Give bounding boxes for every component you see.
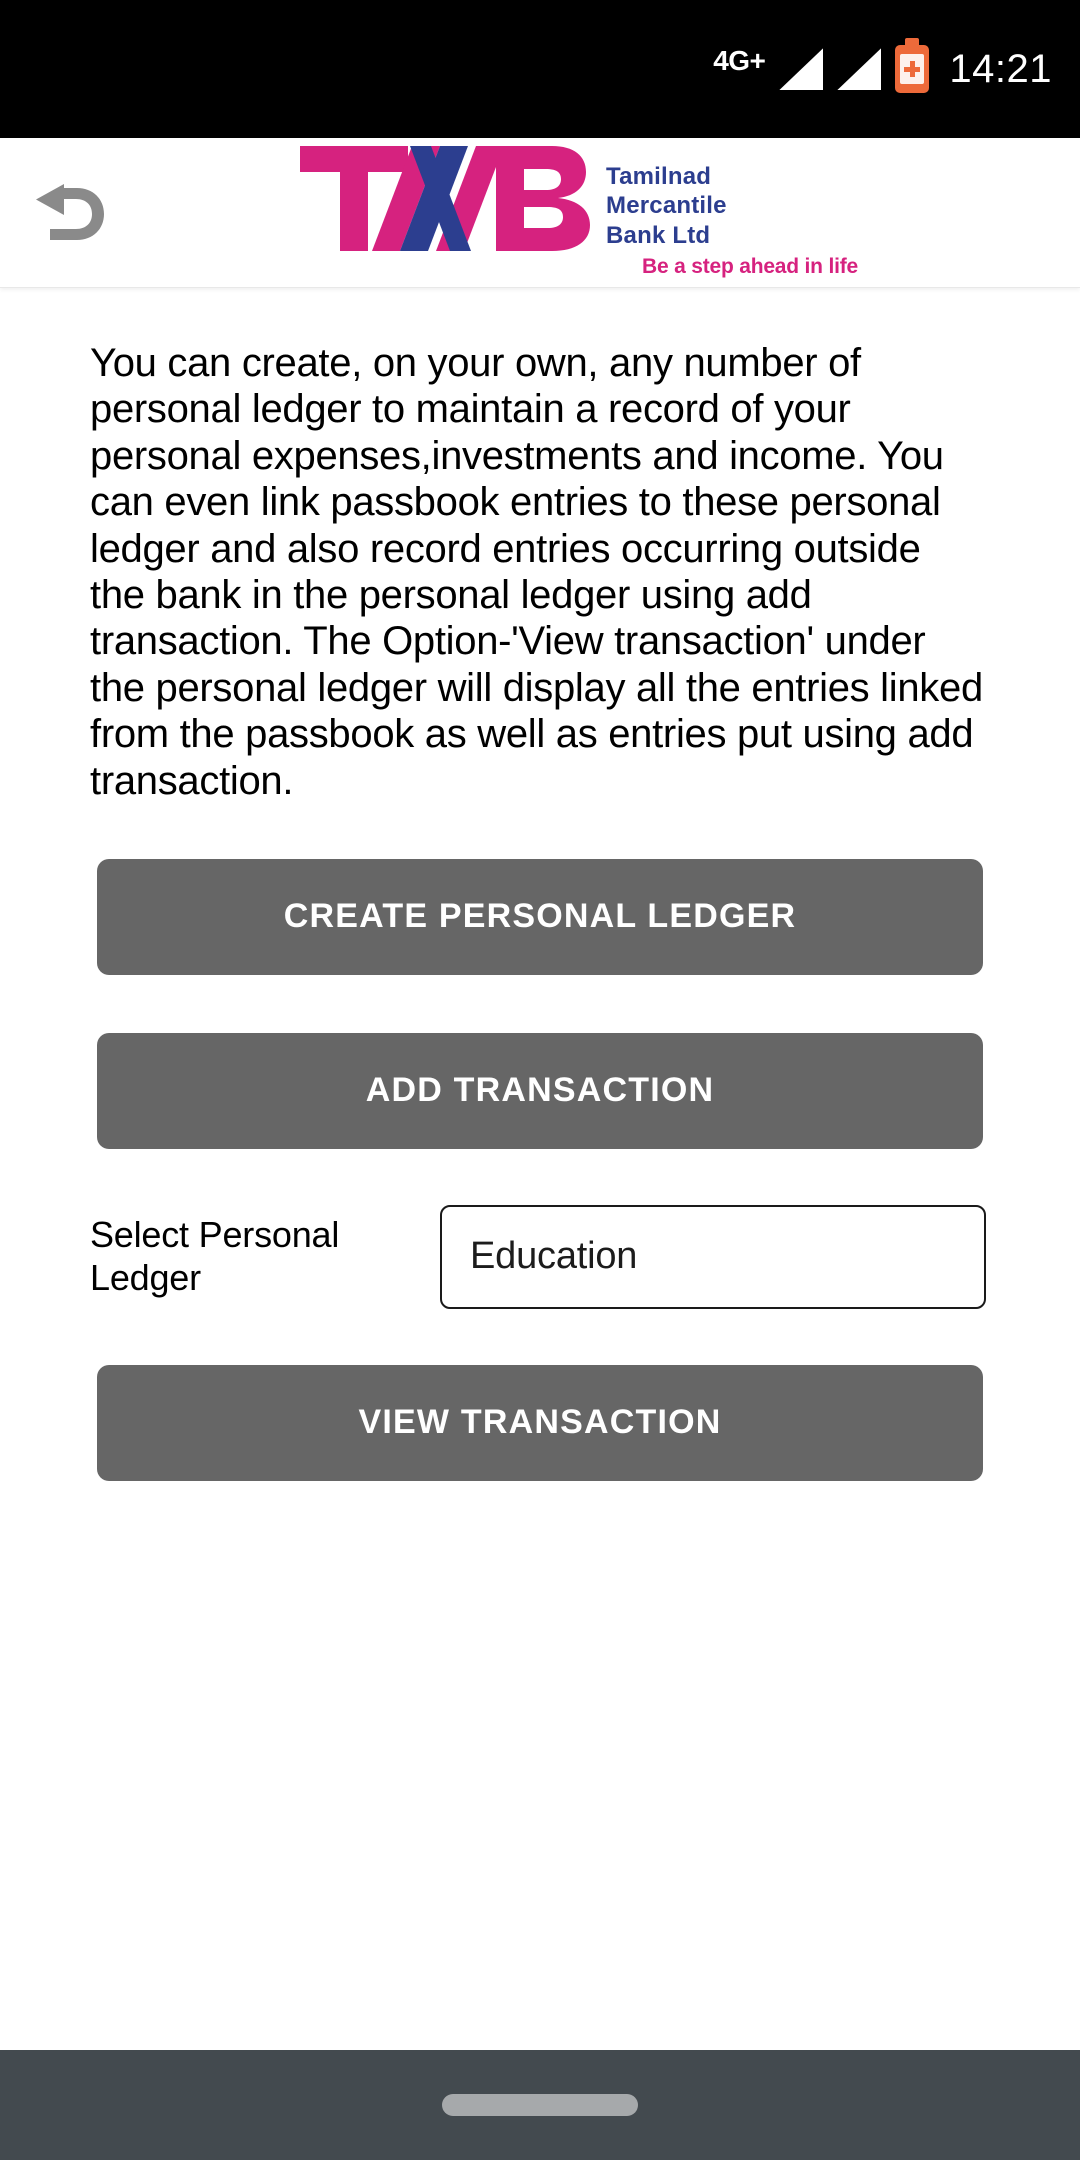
system-nav-bar xyxy=(0,2050,1080,2160)
home-gesture-pill[interactable] xyxy=(442,2094,638,2116)
bank-name-line-3: Bank Ltd xyxy=(606,221,711,249)
tmb-logotype-icon xyxy=(300,146,590,251)
view-transaction-button[interactable]: VIEW TRANSACTION xyxy=(97,1364,983,1481)
bank-name-text: Tamilnad Mercantile Bank Ltd xyxy=(606,146,727,250)
back-arrow-icon xyxy=(36,183,104,240)
bank-name-line-1: Tamilnad xyxy=(606,163,712,190)
status-bar-indicators: 4G+ 14:21 xyxy=(713,45,1052,93)
battery-saver-icon xyxy=(895,45,930,93)
network-type-label: 4G+ xyxy=(713,45,766,76)
back-button[interactable] xyxy=(0,138,140,288)
battery-fill xyxy=(900,54,925,84)
status-bar: 4G+ 14:21 xyxy=(0,0,1080,138)
signal-bars-icon xyxy=(779,48,824,90)
bank-name-line-2: Mercantile xyxy=(606,192,727,220)
app-header: Tamilnad Mercantile Bank Ltd Be a step a… xyxy=(0,138,1080,288)
main-content: You can create, on your own, any number … xyxy=(0,288,1080,2050)
logo-main-row: Tamilnad Mercantile Bank Ltd xyxy=(300,146,860,251)
clock-label: 14:21 xyxy=(949,46,1052,91)
app-screen: 4G+ 14:21 Tamilnad Mercantile Bank Ltd B… xyxy=(0,0,1080,2160)
signal-bars-icon-2 xyxy=(837,48,882,90)
select-ledger-label: Select Personal Ledger xyxy=(90,1214,340,1298)
ledger-dropdown[interactable]: Education xyxy=(440,1204,986,1309)
create-personal-ledger-button[interactable]: CREATE PERSONAL LEDGER xyxy=(97,858,983,975)
description-text: You can create, on your own, any number … xyxy=(90,341,983,803)
logo-tagline: Be a step ahead in life xyxy=(642,255,858,278)
add-transaction-button[interactable]: ADD TRANSACTION xyxy=(97,1032,983,1149)
tmb-logo: Tamilnad Mercantile Bank Ltd Be a step a… xyxy=(300,146,860,279)
select-ledger-row: Select Personal Ledger Education xyxy=(90,1204,986,1309)
